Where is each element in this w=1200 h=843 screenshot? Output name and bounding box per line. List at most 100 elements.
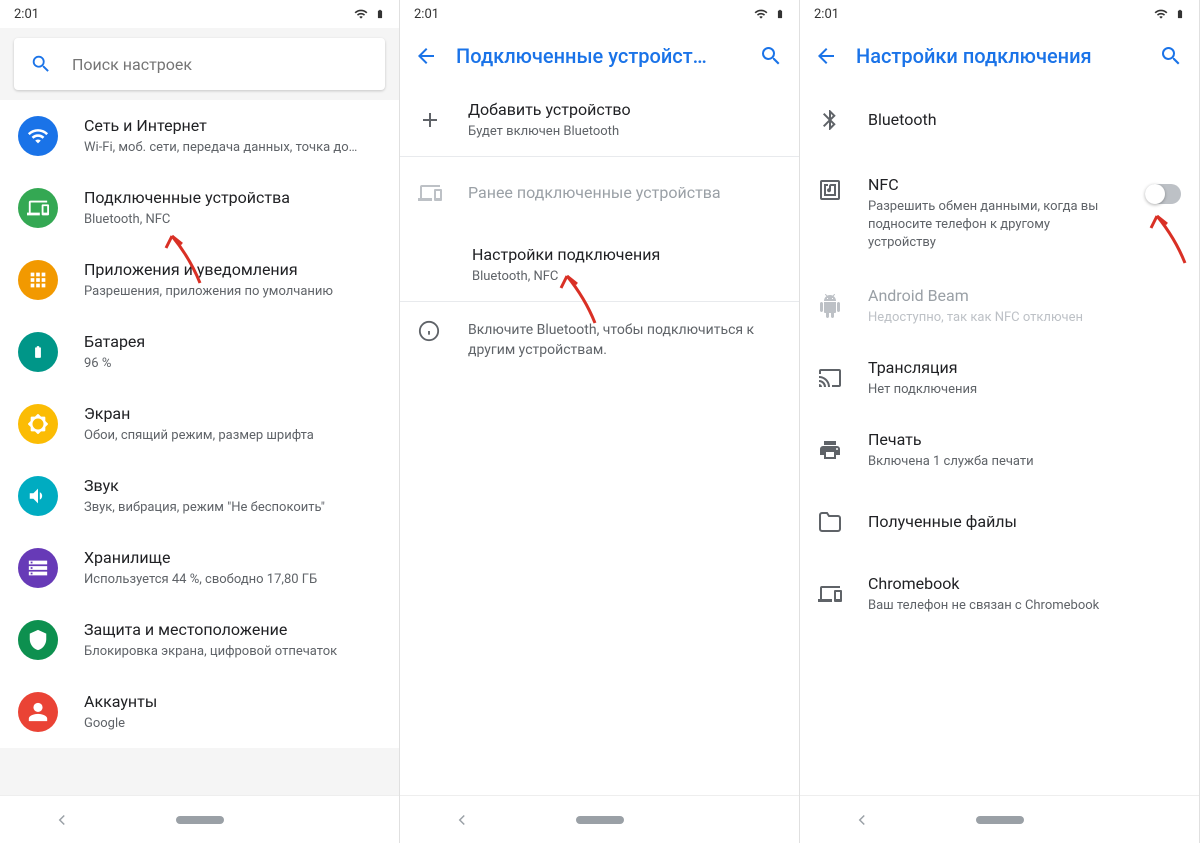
screen-connected-devices: 2:01 Подключенные устройст… Добавить уст… bbox=[400, 0, 800, 843]
item-sub: 96 % bbox=[84, 355, 381, 373]
screen-settings-main: 2:01 Поиск настроек Сеть и Интернет Wi-F… bbox=[0, 0, 400, 843]
bluetooth-info: Включите Bluetooth, чтобы подключиться к… bbox=[400, 302, 799, 378]
status-time: 2:01 bbox=[814, 7, 1153, 22]
item-sub: Будет включен Bluetooth bbox=[468, 123, 781, 141]
security-icon bbox=[18, 620, 58, 660]
item-sub: Wi-Fi, моб. сети, передача данных, точка… bbox=[84, 139, 381, 157]
item-bluetooth[interactable]: Bluetooth bbox=[800, 84, 1199, 156]
bluetooth-icon bbox=[818, 108, 842, 132]
status-bar: 2:01 bbox=[0, 0, 399, 28]
item-title: NFC bbox=[868, 174, 1119, 196]
item-title: Bluetooth bbox=[868, 109, 1181, 131]
app-bar: Настройки подключения bbox=[800, 28, 1199, 84]
nfc-icon bbox=[818, 178, 842, 202]
item-security[interactable]: Защита и местоположение Блокировка экран… bbox=[0, 604, 399, 676]
item-title: Трансляция bbox=[868, 357, 1181, 379]
nav-bar bbox=[0, 795, 399, 843]
item-sub: Нет подключения bbox=[868, 381, 1181, 399]
cast-icon bbox=[818, 366, 842, 390]
item-title: Сеть и Интернет bbox=[84, 115, 381, 137]
item-sub: Включена 1 служба печати bbox=[868, 453, 1181, 471]
item-sub: Недоступно, так как NFC отключен bbox=[868, 309, 1181, 327]
status-time: 2:01 bbox=[414, 7, 753, 22]
nav-back-icon[interactable] bbox=[53, 811, 71, 829]
page-title: Настройки подключения bbox=[856, 44, 1133, 68]
item-title: Звук bbox=[84, 475, 381, 497]
item-previously-connected[interactable]: Ранее подключенные устройства bbox=[400, 157, 799, 229]
apps-icon bbox=[18, 260, 58, 300]
status-time: 2:01 bbox=[14, 7, 353, 22]
nav-back-icon[interactable] bbox=[853, 811, 871, 829]
nfc-toggle[interactable] bbox=[1145, 184, 1181, 204]
item-title: Настройки подключения bbox=[472, 244, 781, 266]
item-chromebook[interactable]: Chromebook Ваш телефон не связан с Chrom… bbox=[800, 558, 1199, 630]
info-text: Включите Bluetooth, чтобы подключиться к… bbox=[468, 320, 781, 360]
search-button[interactable] bbox=[1151, 36, 1191, 76]
nav-back-icon[interactable] bbox=[453, 811, 471, 829]
item-title: Аккаунты bbox=[84, 691, 381, 713]
wifi-icon bbox=[1153, 7, 1169, 21]
status-icons bbox=[753, 6, 785, 22]
item-received-files[interactable]: Полученные файлы bbox=[800, 486, 1199, 558]
nav-bar bbox=[800, 795, 1199, 843]
item-sub: Блокировка экрана, цифровой отпечаток bbox=[84, 643, 381, 661]
item-title: Приложения и уведомления bbox=[84, 259, 381, 281]
item-sub: Ваш телефон не связан с Chromebook bbox=[868, 597, 1181, 615]
item-display[interactable]: Экран Обои, спящий режим, размер шрифта bbox=[0, 388, 399, 460]
app-bar: Подключенные устройст… bbox=[400, 28, 799, 84]
item-connection-prefs[interactable]: Настройки подключения Bluetooth, NFC bbox=[400, 229, 799, 301]
item-title: Полученные файлы bbox=[868, 511, 1181, 533]
item-apps[interactable]: Приложения и уведомления Разрешения, при… bbox=[0, 244, 399, 316]
item-title: Android Beam bbox=[868, 285, 1181, 307]
item-sub: Звук, вибрация, режим "Не беспокоить" bbox=[84, 499, 381, 517]
item-battery[interactable]: Батарея 96 % bbox=[0, 316, 399, 388]
item-title: Добавить устройство bbox=[468, 99, 781, 121]
status-icons bbox=[1153, 6, 1185, 22]
item-title: Chromebook bbox=[868, 573, 1181, 595]
search-settings[interactable]: Поиск настроек bbox=[14, 38, 385, 90]
item-sub: Google bbox=[84, 715, 381, 733]
folder-icon bbox=[818, 510, 842, 534]
item-storage[interactable]: Хранилище Используется 44 %, свободно 17… bbox=[0, 532, 399, 604]
sound-icon bbox=[18, 476, 58, 516]
wifi-icon bbox=[753, 7, 769, 21]
chromebook-icon bbox=[818, 582, 842, 606]
account-icon bbox=[18, 692, 58, 732]
item-printing[interactable]: Печать Включена 1 служба печати bbox=[800, 414, 1199, 486]
item-android-beam: Android Beam Недоступно, так как NFC отк… bbox=[800, 270, 1199, 342]
page-title: Подключенные устройст… bbox=[456, 44, 733, 68]
search-button[interactable] bbox=[751, 36, 791, 76]
nav-home-pill[interactable] bbox=[976, 816, 1024, 824]
item-sub: Разрешения, приложения по умолчанию bbox=[84, 283, 381, 301]
status-bar: 2:01 bbox=[800, 0, 1199, 28]
item-connected-devices[interactable]: Подключенные устройства Bluetooth, NFC bbox=[0, 172, 399, 244]
item-sub: Bluetooth, NFC bbox=[84, 211, 381, 229]
battery-icon bbox=[1175, 6, 1185, 22]
devices-icon bbox=[418, 181, 442, 205]
nav-bar bbox=[400, 795, 799, 843]
item-title: Защита и местоположение bbox=[84, 619, 381, 641]
item-pair-device[interactable]: Добавить устройство Будет включен Blueto… bbox=[400, 84, 799, 156]
item-sub: Bluetooth, NFC bbox=[472, 268, 781, 286]
item-title: Хранилище bbox=[84, 547, 381, 569]
storage-icon bbox=[18, 548, 58, 588]
nav-home-pill[interactable] bbox=[176, 816, 224, 824]
android-icon bbox=[818, 294, 842, 318]
item-sub: Обои, спящий режим, размер шрифта bbox=[84, 427, 381, 445]
back-button[interactable] bbox=[414, 44, 438, 68]
status-bar: 2:01 bbox=[400, 0, 799, 28]
item-accounts[interactable]: Аккаунты Google bbox=[0, 676, 399, 748]
item-network[interactable]: Сеть и Интернет Wi-Fi, моб. сети, переда… bbox=[0, 100, 399, 172]
item-sound[interactable]: Звук Звук, вибрация, режим "Не беспокоит… bbox=[0, 460, 399, 532]
item-title: Батарея bbox=[84, 331, 381, 353]
item-cast[interactable]: Трансляция Нет подключения bbox=[800, 342, 1199, 414]
battery-circle-icon bbox=[18, 332, 58, 372]
battery-icon bbox=[375, 6, 385, 22]
screen-connection-prefs: 2:01 Настройки подключения Bluetooth bbox=[800, 0, 1200, 843]
item-title: Экран bbox=[84, 403, 381, 425]
item-nfc[interactable]: NFC Разрешить обмен данными, когда вы по… bbox=[800, 156, 1199, 270]
nav-home-pill[interactable] bbox=[576, 816, 624, 824]
status-icons bbox=[353, 6, 385, 22]
item-sub: Используется 44 %, свободно 17,80 ГБ bbox=[84, 571, 381, 589]
back-button[interactable] bbox=[814, 44, 838, 68]
